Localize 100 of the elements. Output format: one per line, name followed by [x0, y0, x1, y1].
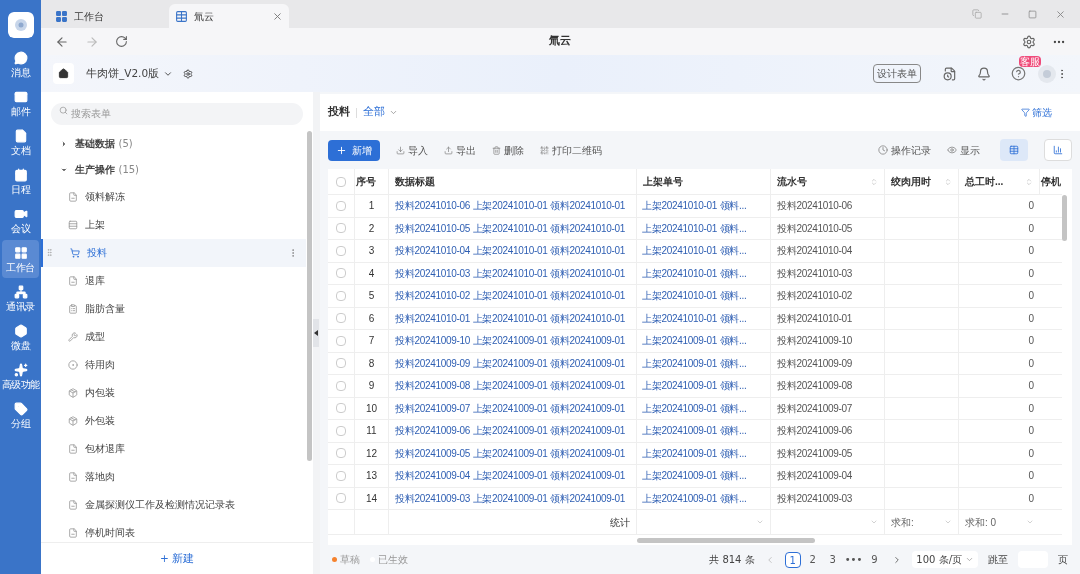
shelf-number-link[interactable]: 上架20241010-01 领料... — [642, 288, 747, 304]
row-checkbox[interactable] — [336, 380, 346, 391]
rail-item[interactable]: 微盘 — [2, 318, 39, 356]
shelf-number-link[interactable]: 上架20241009-01 领料... — [642, 445, 747, 461]
gear-icon[interactable] — [183, 68, 194, 79]
record-title-link[interactable]: 投料20241009-07 上架20241009-01 领料20241009-01 — [395, 400, 626, 416]
home-button[interactable] — [53, 63, 74, 84]
browser-tab[interactable]: 氚云 — [169, 4, 289, 28]
document-clock-icon[interactable] — [943, 66, 957, 81]
shelf-number-link[interactable]: 上架20241009-01 领料... — [642, 400, 747, 416]
page-button[interactable]: 2 — [804, 551, 821, 568]
history-button[interactable]: 操作记录 — [878, 142, 931, 158]
scrollbar[interactable] — [307, 130, 312, 461]
bell-icon[interactable] — [977, 66, 991, 81]
record-title-link[interactable]: 投料20241009-04 上架20241009-01 领料20241009-01 — [395, 468, 626, 484]
tree-item[interactable]: 金属探测仪工作及检测情况记录表 — [41, 490, 306, 519]
tree-item[interactable]: 上架 — [41, 210, 306, 239]
shelf-number-link[interactable]: 上架20241010-01 领料... — [642, 220, 747, 236]
rail-item[interactable]: 工作台 — [2, 240, 39, 278]
column-header[interactable]: 总工时... — [959, 169, 1040, 194]
row-checkbox[interactable] — [336, 290, 346, 301]
row-checkbox[interactable] — [336, 425, 346, 436]
summary-cell[interactable]: 求和: — [891, 514, 944, 530]
toolbar-button[interactable]: 导入 — [396, 142, 428, 158]
caret-icon[interactable] — [1026, 518, 1034, 526]
page-button[interactable]: 1 — [784, 551, 801, 568]
chart-view-button[interactable] — [1044, 139, 1072, 161]
row-checkbox[interactable] — [336, 223, 346, 234]
tree-group[interactable]: 基础数据 (5) — [41, 130, 306, 157]
row-checkbox[interactable] — [336, 403, 346, 414]
row-checkbox[interactable] — [336, 268, 346, 279]
row-checkbox[interactable] — [336, 245, 346, 256]
shelf-number-link[interactable]: 上架20241009-01 领料... — [642, 355, 747, 371]
shelf-number-link[interactable]: 上架20241009-01 领料... — [642, 490, 747, 506]
column-header[interactable]: 绞肉用时 — [885, 169, 959, 194]
summary-cell[interactable]: 求和: 0 — [965, 514, 1026, 530]
rail-item[interactable]: 分组 — [2, 396, 39, 434]
record-title-link[interactable]: 投料20241009-10 上架20241009-01 领料20241009-01 — [395, 333, 626, 349]
row-checkbox[interactable] — [336, 335, 346, 346]
rail-item[interactable]: 会议 — [2, 201, 39, 239]
caret-icon[interactable] — [870, 518, 878, 526]
app-switcher[interactable]: 牛肉饼_V2.0版 — [86, 65, 174, 82]
record-title-link[interactable]: 投料20241009-09 上架20241009-01 领料20241009-01 — [395, 355, 626, 371]
close-icon[interactable] — [1055, 8, 1066, 20]
toolbar-button[interactable]: 删除 — [492, 142, 524, 158]
sort-icon[interactable] — [1025, 177, 1033, 186]
tree-item[interactable]: 外包装 — [41, 406, 306, 435]
toolbar-button[interactable]: 导出 — [444, 142, 476, 158]
record-title-link[interactable]: 投料20241010-05 上架20241010-01 领料20241010-01 — [395, 220, 626, 236]
tree-item[interactable]: 退库 — [41, 266, 306, 295]
caret-icon[interactable] — [756, 518, 764, 526]
page-button[interactable]: 9 — [866, 551, 883, 568]
horizontal-scrollbar[interactable] — [637, 537, 815, 543]
row-checkbox[interactable] — [336, 200, 346, 211]
row-checkbox[interactable] — [336, 493, 346, 504]
record-title-link[interactable]: 投料20241009-05 上架20241009-01 领料20241009-01 — [395, 445, 626, 461]
close-icon[interactable] — [272, 10, 283, 22]
new-form-button[interactable]: + 新建 — [159, 550, 195, 567]
shelf-number-link[interactable]: 上架20241009-01 领料... — [642, 423, 747, 439]
browser-tab[interactable]: 工作台 — [49, 4, 169, 28]
rail-item[interactable]: 通讯录 — [2, 279, 39, 317]
record-title-link[interactable]: 投料20241010-04 上架20241010-01 领料20241010-01 — [395, 243, 626, 259]
maximize-icon[interactable] — [1028, 9, 1037, 19]
forward-icon[interactable] — [85, 34, 99, 49]
column-header[interactable]: 序号 — [355, 169, 389, 194]
add-button[interactable]: 新增 — [328, 139, 380, 161]
row-checkbox[interactable] — [336, 470, 346, 481]
rail-item[interactable]: 邮件 — [2, 84, 39, 122]
column-header[interactable]: 流水号 — [771, 169, 885, 194]
shelf-number-link[interactable]: 上架20241009-01 领料... — [642, 333, 747, 349]
row-checkbox[interactable] — [336, 313, 346, 324]
column-header[interactable]: 数据标题 — [389, 169, 637, 194]
settings-icon[interactable] — [1022, 34, 1036, 49]
record-title-link[interactable]: 投料20241010-01 上架20241010-01 领料20241010-01 — [395, 310, 626, 326]
tree-item[interactable]: 成型 — [41, 322, 306, 351]
tree-item[interactable]: 脂肪含量 — [41, 294, 306, 323]
row-checkbox[interactable] — [336, 448, 346, 459]
tree-group[interactable]: 生产操作 (15) — [41, 156, 306, 183]
page-button[interactable]: ••• — [844, 551, 863, 568]
select-all-checkbox[interactable] — [336, 176, 346, 187]
refresh-icon[interactable] — [115, 35, 128, 48]
sort-icon[interactable] — [870, 177, 878, 186]
tree-item[interactable]: 内包装 — [41, 378, 306, 407]
record-title-link[interactable]: 投料20241009-08 上架20241009-01 领料20241009-01 — [395, 378, 626, 394]
back-icon[interactable] — [55, 34, 69, 49]
page-size-select[interactable]: 100 条/页 — [912, 551, 978, 568]
tree-item[interactable]: 投料 — [41, 238, 306, 267]
shelf-number-link[interactable]: 上架20241009-01 领料... — [642, 468, 747, 484]
shelf-number-link[interactable]: 上架20241010-01 领料... — [642, 243, 747, 259]
tree-item[interactable]: 停机时间表 — [41, 518, 306, 542]
tree-item[interactable]: 落地肉 — [41, 462, 306, 491]
toolbar-button[interactable]: 打印二维码 — [540, 142, 602, 158]
table-view-button[interactable] — [1000, 139, 1028, 161]
shelf-number-link[interactable]: 上架20241010-01 领料... — [642, 265, 747, 281]
tree-item[interactable]: 待用肉 — [41, 350, 306, 379]
caret-icon[interactable] — [944, 518, 952, 526]
drag-handle-icon[interactable] — [45, 248, 54, 257]
vertical-scrollbar[interactable] — [1062, 195, 1067, 241]
column-header[interactable]: 上架单号 — [637, 169, 771, 194]
record-title-link[interactable]: 投料20241010-02 上架20241010-01 领料20241010-01 — [395, 288, 626, 304]
